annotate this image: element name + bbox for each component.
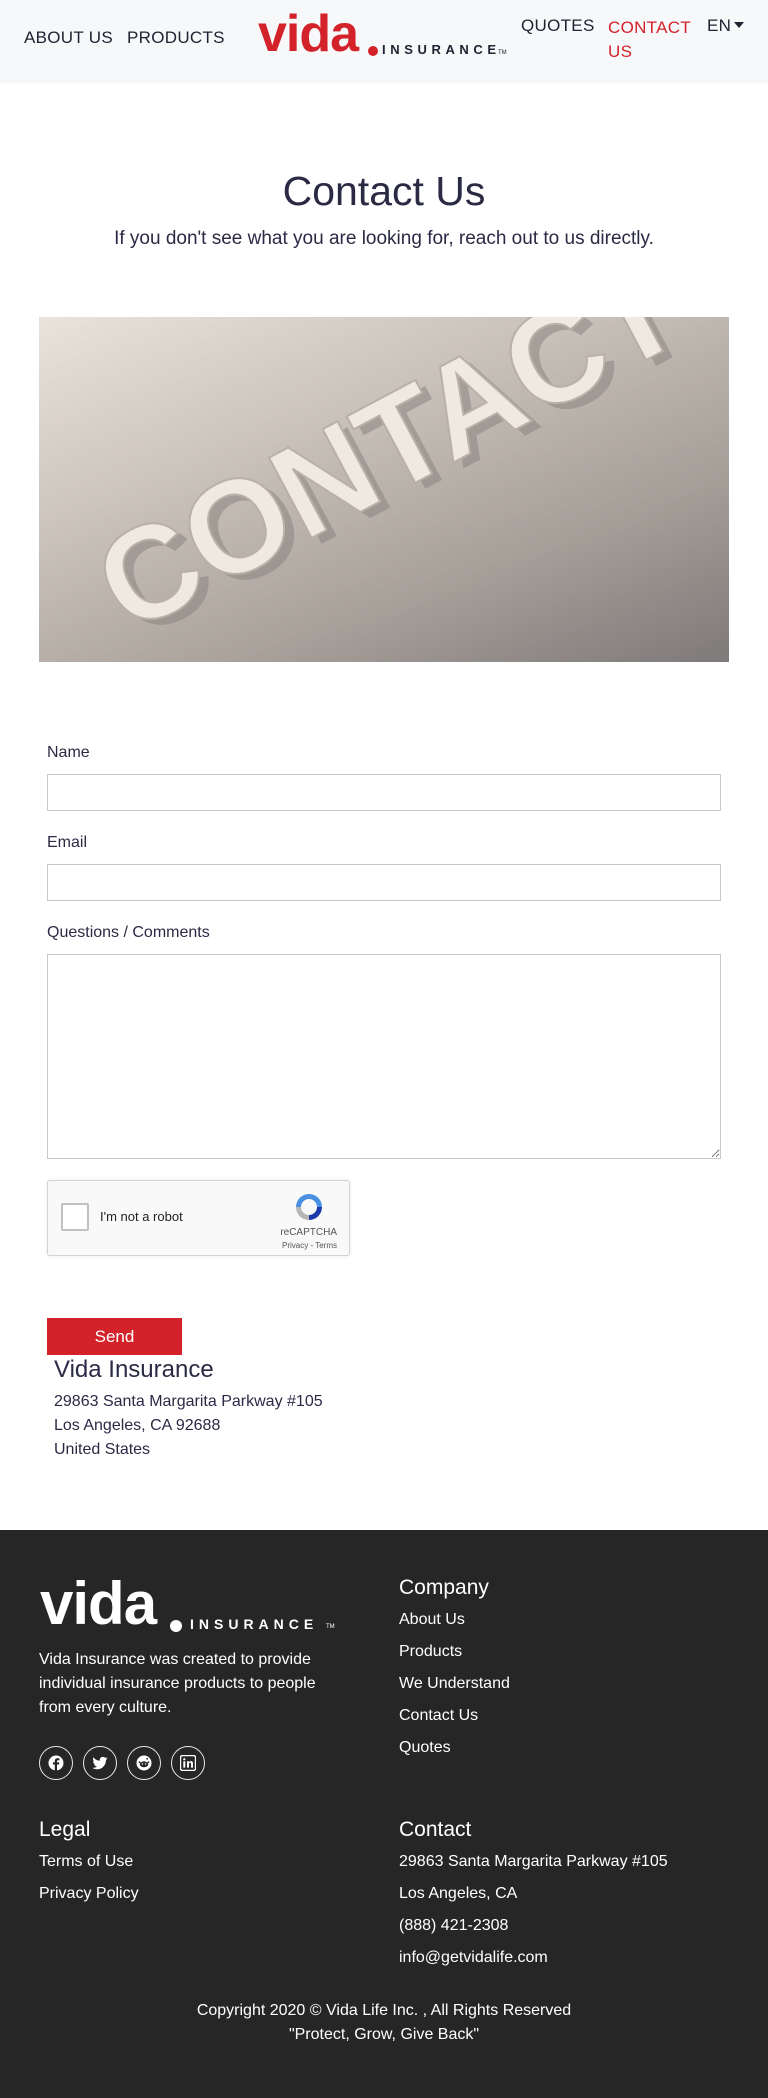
linkedin-icon bbox=[180, 1755, 196, 1771]
nav-quotes[interactable]: QUOTES bbox=[521, 16, 595, 36]
email-input[interactable] bbox=[47, 864, 721, 901]
footer-logo[interactable]: vida INSURANCE TM bbox=[40, 1572, 340, 1638]
address-line-2: Los Angeles, CA 92688 bbox=[54, 1417, 221, 1434]
email-label: Email bbox=[47, 834, 88, 851]
nav-about-us[interactable]: ABOUT US bbox=[24, 28, 113, 48]
footer-link-products[interactable]: Products bbox=[399, 1643, 462, 1661]
logo-trademark: TM bbox=[498, 50, 507, 56]
footer-link-privacy[interactable]: Privacy Policy bbox=[39, 1885, 139, 1903]
footer-logo-dot bbox=[170, 1620, 182, 1632]
recaptcha-legal-links[interactable]: Privacy - Terms bbox=[282, 1241, 337, 1250]
top-navbar: ABOUT US PRODUCTS vida INSURANCE TM QUOT… bbox=[0, 0, 768, 80]
footer-logo-wordmark: vida bbox=[40, 1570, 157, 1637]
nav-contact-us[interactable]: CONTACT US bbox=[608, 16, 698, 64]
contact-heading: Contact bbox=[399, 1818, 472, 1841]
address-title: Vida Insurance bbox=[54, 1356, 214, 1383]
company-heading: Company bbox=[399, 1576, 489, 1599]
recaptcha-label: I'm not a robot bbox=[100, 1209, 183, 1224]
page-subtitle: If you don't see what you are looking fo… bbox=[114, 228, 654, 249]
comments-textarea[interactable] bbox=[47, 954, 721, 1159]
facebook-icon bbox=[48, 1755, 64, 1771]
reddit-link[interactable] bbox=[127, 1746, 161, 1780]
name-input[interactable] bbox=[47, 774, 721, 811]
footer-email[interactable]: info@getvidalife.com bbox=[399, 1949, 548, 1967]
footer-phone[interactable]: (888) 421-2308 bbox=[399, 1917, 508, 1935]
contact-letters-illustration: CONTACT CONTACT bbox=[39, 317, 729, 662]
recaptcha-checkbox[interactable] bbox=[61, 1203, 89, 1231]
caret-down-icon bbox=[734, 22, 745, 29]
language-label: EN bbox=[707, 16, 732, 35]
nav-products[interactable]: PRODUCTS bbox=[127, 28, 225, 48]
footer-link-about-us[interactable]: About Us bbox=[399, 1611, 465, 1629]
footer-logo-subtitle: INSURANCE bbox=[190, 1616, 319, 1632]
recaptcha-widget: I'm not a robot reCAPTCHA Privacy - Term… bbox=[47, 1180, 350, 1256]
footer-link-quotes[interactable]: Quotes bbox=[399, 1739, 451, 1757]
twitter-icon bbox=[92, 1756, 108, 1770]
twitter-link[interactable] bbox=[83, 1746, 117, 1780]
recaptcha-icon bbox=[296, 1194, 322, 1220]
footer-link-contact-us[interactable]: Contact Us bbox=[399, 1707, 478, 1725]
name-label: Name bbox=[47, 744, 90, 761]
footer-description: Vida Insurance was created to provide in… bbox=[39, 1651, 316, 1716]
logo-subtitle: INSURANCE bbox=[382, 42, 501, 57]
footer-link-we-understand[interactable]: We Understand bbox=[399, 1675, 510, 1693]
reddit-icon bbox=[136, 1755, 152, 1771]
linkedin-link[interactable] bbox=[171, 1746, 205, 1780]
comments-label: Questions / Comments bbox=[47, 924, 210, 941]
footer-address-city: Los Angeles, CA bbox=[399, 1885, 518, 1902]
footer-tagline: "Protect, Grow, Give Back" bbox=[288, 2026, 480, 2043]
address-line-3: United States bbox=[54, 1441, 151, 1458]
send-button[interactable]: Send bbox=[47, 1318, 182, 1355]
footer-link-terms[interactable]: Terms of Use bbox=[39, 1853, 133, 1871]
logo-wordmark: vida bbox=[258, 5, 359, 63]
site-footer: vida INSURANCE TM Vida Insurance was cre… bbox=[0, 1530, 768, 2098]
recaptcha-brand: reCAPTCHA bbox=[280, 1227, 337, 1238]
facebook-link[interactable] bbox=[39, 1746, 73, 1780]
language-dropdown[interactable]: EN bbox=[707, 16, 745, 36]
legal-heading: Legal bbox=[39, 1818, 91, 1841]
footer-logo-trademark: TM bbox=[326, 1624, 335, 1630]
copyright-text: Copyright 2020 © Vida Life Inc. , All Ri… bbox=[196, 2002, 572, 2019]
contact-hero-image: CONTACT CONTACT bbox=[39, 317, 729, 662]
address-line-1: 29863 Santa Margarita Parkway #105 bbox=[54, 1393, 323, 1410]
vida-logo[interactable]: vida INSURANCE TM bbox=[258, 6, 510, 62]
footer-address-street: 29863 Santa Margarita Parkway #105 bbox=[399, 1853, 668, 1870]
logo-dot bbox=[368, 46, 378, 56]
page-title: Contact Us bbox=[282, 168, 486, 214]
